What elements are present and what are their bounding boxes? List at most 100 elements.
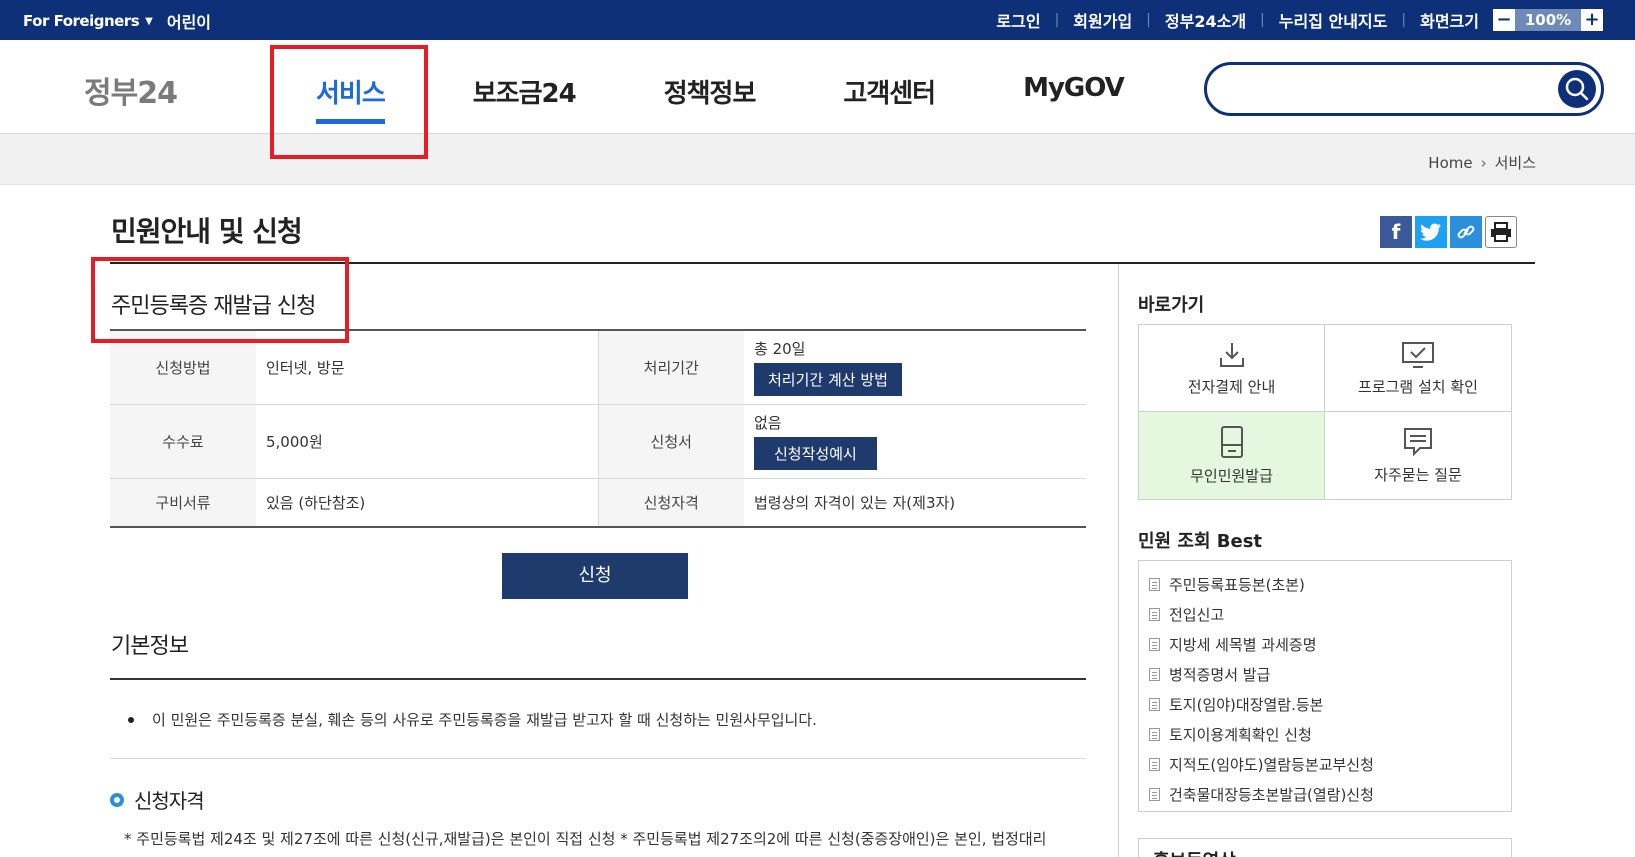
caret-down-icon[interactable]: ▼ xyxy=(145,16,153,27)
print-icon[interactable] xyxy=(1485,216,1517,248)
screen-size-label: 화면크기 xyxy=(1420,12,1479,31)
document-icon xyxy=(1149,637,1160,651)
form-value: 없음 xyxy=(754,414,782,432)
login-link[interactable]: 로그인 xyxy=(996,8,1040,32)
search-input[interactable] xyxy=(1227,75,1527,103)
docs-value: 있음 (하단참조) xyxy=(266,493,366,512)
document-icon xyxy=(1149,787,1160,801)
kiosk-icon xyxy=(1220,426,1243,458)
download-icon xyxy=(1219,342,1244,367)
divider: | xyxy=(1401,12,1407,28)
zoom-control: − 100% + xyxy=(1493,9,1603,31)
zoom-out-button[interactable]: − xyxy=(1493,9,1515,31)
list-item-label: 병적증명서 발급 xyxy=(1169,665,1271,684)
quick-epayment[interactable]: 전자결제 안내 xyxy=(1139,325,1325,412)
quick-links-heading: 바로가기 xyxy=(1138,295,1205,316)
list-item[interactable]: 토지이용계획확인 신청 xyxy=(1149,719,1511,749)
quick-label: 무인민원발급 xyxy=(1190,467,1273,485)
search-icon xyxy=(1565,77,1589,101)
nav-subsidy24[interactable]: 보조금24 xyxy=(473,73,577,110)
period-label: 처리기간 xyxy=(597,330,744,405)
qualification-title: 신청자격 xyxy=(134,789,205,813)
promo-video-heading: 홍보동영상 xyxy=(1138,838,1512,857)
list-item-label: 지방세 세목별 과세증명 xyxy=(1169,635,1317,654)
basic-info-heading: 기본정보 xyxy=(111,634,189,659)
list-item[interactable]: 건축물대장등초본발급(열람)신청 xyxy=(1149,779,1511,809)
list-item-label: 토지이용계획확인 신청 xyxy=(1169,725,1312,744)
divider: | xyxy=(1146,12,1151,28)
document-icon xyxy=(1149,577,1160,591)
twitter-share-icon[interactable] xyxy=(1415,216,1447,248)
period-cell: 총 20일 처리기간 계산 방법 xyxy=(744,330,1086,405)
link-copy-icon[interactable] xyxy=(1450,216,1482,248)
highlight-box-service-name xyxy=(91,257,349,343)
section-divider xyxy=(110,678,1086,680)
document-icon xyxy=(1149,697,1160,711)
list-item-label: 주민등록표등본(초본) xyxy=(1169,575,1305,594)
sitemap-link[interactable]: 누리집 안내지도 xyxy=(1279,8,1388,32)
form-cell: 없음 신청작성예시 xyxy=(744,404,1086,479)
section-divider xyxy=(110,758,1086,759)
chat-bubble-icon xyxy=(1404,428,1432,457)
best-list: 주민등록표등본(초본) 전입신고 지방세 세목별 과세증명 병적증명서 발급 토… xyxy=(1138,560,1512,812)
basic-info-item: 이 민원은 주민등록증 분실, 훼손 등의 사유로 주민등록증을 재발급 받고자… xyxy=(128,709,817,730)
qualification-text: * 주민등록법 제24조 및 제27조에 따른 신청(신규,재발급)은 본인이 … xyxy=(124,830,1047,848)
monitor-check-icon xyxy=(1402,341,1434,368)
quick-label: 프로그램 설치 확인 xyxy=(1358,377,1478,396)
apply-button[interactable]: 신청 xyxy=(502,553,688,599)
quick-program-check[interactable]: 프로그램 설치 확인 xyxy=(1325,325,1511,412)
period-value: 총 20일 xyxy=(754,340,806,359)
list-item[interactable]: 병적증명서 발급 xyxy=(1149,659,1511,689)
nav-customer-center[interactable]: 고객센터 xyxy=(843,73,936,110)
fee-label: 수수료 xyxy=(110,404,256,479)
circle-bullet-icon xyxy=(110,792,124,807)
for-foreigners-menu[interactable]: For Foreigners xyxy=(23,12,140,30)
fee-value: 5,000원 xyxy=(256,404,598,479)
search-button[interactable] xyxy=(1558,70,1596,108)
zoom-level: 100% xyxy=(1515,9,1581,31)
form-example-button[interactable]: 신청작성예시 xyxy=(754,437,877,470)
quick-label: 전자결제 안내 xyxy=(1187,377,1276,396)
facebook-share-icon[interactable]: f xyxy=(1380,216,1412,248)
quick-kiosk[interactable]: 무인민원발급 xyxy=(1139,412,1325,499)
page-title: 민원안내 및 신청 xyxy=(111,215,303,248)
list-item-label: 토지(임야)대장열람.등본 xyxy=(1169,695,1324,714)
site-logo[interactable]: 정부24 xyxy=(84,68,178,112)
list-item[interactable]: 지적도(임야도)열람등본교부신청 xyxy=(1149,749,1511,779)
divider: | xyxy=(1054,12,1060,28)
list-item[interactable]: 전입신고 xyxy=(1149,599,1511,629)
list-item-label: 지적도(임야도)열람등본교부신청 xyxy=(1169,755,1374,774)
site-header: 정부24 서비스 보조금24 정책정보 고객센터 MyGOV xyxy=(0,40,1635,134)
nav-policy-info[interactable]: 정책정보 xyxy=(664,73,757,110)
document-icon xyxy=(1149,727,1160,741)
chevron-right-icon: › xyxy=(1480,153,1487,172)
breadcrumb-home[interactable]: Home xyxy=(1428,154,1472,172)
document-icon xyxy=(1149,757,1160,771)
qual-value: 법령상의 자격이 있는 자(제3자) xyxy=(754,493,956,512)
zoom-in-button[interactable]: + xyxy=(1581,9,1603,31)
column-divider xyxy=(1118,264,1119,857)
list-item[interactable]: 토지(임야)대장열람.등본 xyxy=(1149,689,1511,719)
list-item[interactable]: 주민등록표등본(초본) xyxy=(1149,569,1511,599)
docs-label: 구비서류 xyxy=(110,478,256,527)
document-icon xyxy=(1149,667,1160,681)
period-calc-button[interactable]: 처리기간 계산 방법 xyxy=(754,363,902,397)
nav-mygov[interactable]: MyGOV xyxy=(1023,73,1125,110)
about-link[interactable]: 정부24소개 xyxy=(1165,8,1246,32)
qual-label: 신청자격 xyxy=(597,478,744,527)
divider: | xyxy=(1260,12,1265,28)
list-item-label: 건축물대장등초본발급(열람)신청 xyxy=(1169,785,1374,804)
signup-link[interactable]: 회원가입 xyxy=(1073,8,1132,32)
search-box xyxy=(1204,62,1604,116)
best-list-heading: 민원 조회 Best xyxy=(1138,531,1263,552)
list-item[interactable]: 지방세 세목별 과세증명 xyxy=(1149,629,1511,659)
document-icon xyxy=(1149,607,1160,621)
kids-link[interactable]: 어린이 xyxy=(167,9,211,33)
breadcrumb-current[interactable]: 서비스 xyxy=(1495,152,1536,173)
breadcrumb-band: Home › 서비스 xyxy=(0,134,1635,185)
service-info-table: 신청방법 인터넷, 방문 처리기간 총 20일 처리기간 계산 방법 수수료 5… xyxy=(110,329,1086,528)
bullet-dot-icon xyxy=(128,716,134,723)
form-label: 신청서 xyxy=(597,404,744,479)
quick-faq[interactable]: 자주묻는 질문 xyxy=(1325,412,1511,499)
list-item-label: 전입신고 xyxy=(1169,605,1225,624)
